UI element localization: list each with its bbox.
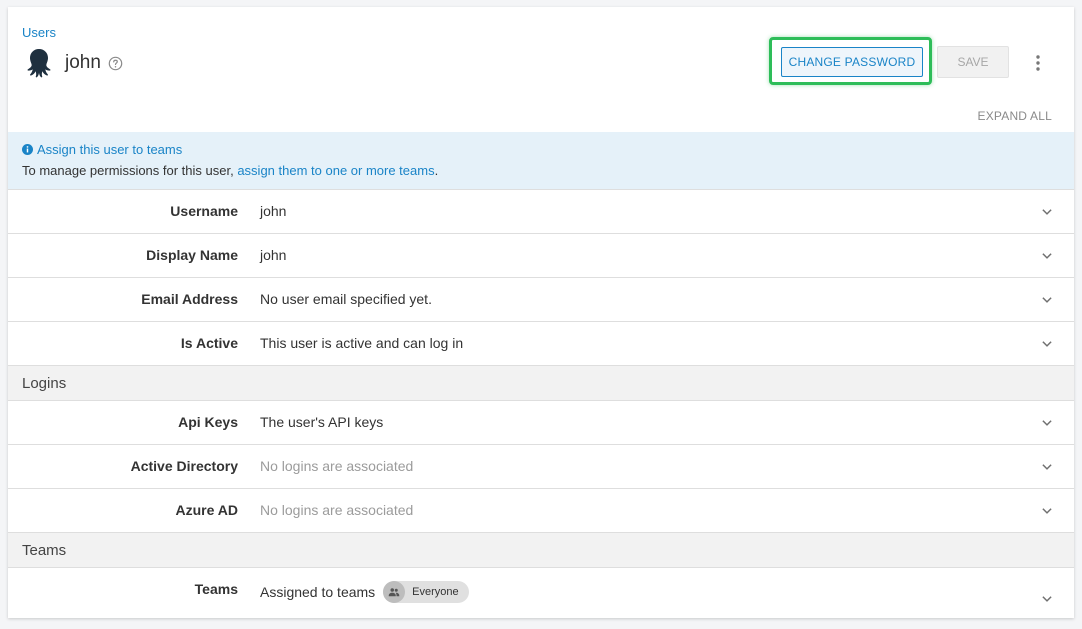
octopus-avatar-icon bbox=[25, 48, 53, 78]
field-label: Username bbox=[170, 203, 238, 219]
field-row-is-active[interactable]: Is Active This user is active and can lo… bbox=[8, 321, 1074, 365]
field-row-email-address[interactable]: Email Address No user email specified ye… bbox=[8, 277, 1074, 321]
chevron-down-icon[interactable] bbox=[1038, 414, 1056, 432]
info-title-text: Assign this user to teams bbox=[37, 142, 183, 157]
field-label: Email Address bbox=[141, 291, 238, 307]
info-title[interactable]: Assign this user to teams bbox=[22, 142, 182, 157]
chevron-down-icon[interactable] bbox=[1038, 291, 1056, 309]
info-text-after: . bbox=[434, 163, 439, 178]
title-row: john bbox=[25, 47, 124, 79]
chevron-down-icon[interactable] bbox=[1038, 502, 1056, 520]
page-title: john bbox=[65, 52, 101, 73]
field-value: No logins are associated bbox=[260, 502, 414, 518]
section-title: Logins bbox=[22, 375, 67, 392]
breadcrumb-users[interactable]: Users bbox=[22, 25, 56, 40]
teams-row[interactable]: Teams Assigned to teams Everyone bbox=[8, 567, 1074, 618]
chevron-down-icon[interactable] bbox=[1038, 590, 1056, 608]
chevron-down-icon[interactable] bbox=[1038, 458, 1056, 476]
team-chip[interactable]: Everyone bbox=[383, 581, 469, 603]
page-header: Users john CHANGE PASSWORD SAVE EXPAND A… bbox=[8, 7, 1074, 132]
field-value: The user's API keys bbox=[260, 414, 384, 430]
info-banner: Assign this user to teams To manage perm… bbox=[8, 132, 1074, 189]
info-text-before: To manage permissions for this user, bbox=[22, 163, 238, 178]
field-value: No logins are associated bbox=[260, 458, 414, 474]
info-text: To manage permissions for this user, ass… bbox=[22, 163, 438, 178]
field-label: Teams bbox=[194, 581, 238, 597]
login-row-active-directory[interactable]: Active Directory No logins are associate… bbox=[8, 444, 1074, 488]
help-circle-icon[interactable] bbox=[108, 55, 124, 71]
chevron-down-icon[interactable] bbox=[1038, 247, 1056, 265]
field-value: This user is active and can log in bbox=[260, 335, 464, 351]
field-value: john bbox=[260, 203, 287, 219]
section-title: Teams bbox=[22, 542, 67, 559]
field-label: Api Keys bbox=[178, 414, 238, 430]
field-label: Active Directory bbox=[130, 458, 238, 474]
change-password-button[interactable]: CHANGE PASSWORD bbox=[781, 47, 923, 77]
field-row-display-name[interactable]: Display Name john bbox=[8, 233, 1074, 277]
field-label: Azure AD bbox=[175, 502, 239, 518]
field-value: Assigned to teams bbox=[260, 584, 376, 600]
save-button[interactable]: SAVE bbox=[937, 46, 1009, 78]
field-value: No user email specified yet. bbox=[260, 291, 432, 307]
teams-value: Assigned to teams Everyone bbox=[260, 581, 469, 603]
assign-teams-link[interactable]: assign them to one or more teams bbox=[237, 163, 434, 178]
info-icon bbox=[22, 144, 33, 155]
field-label: Is Active bbox=[180, 335, 238, 351]
login-row-azure-ad[interactable]: Azure AD No logins are associated bbox=[8, 488, 1074, 532]
section-logins: Logins bbox=[8, 365, 1074, 400]
expand-all-button[interactable]: EXPAND ALL bbox=[978, 109, 1052, 123]
more-vert-icon[interactable] bbox=[1026, 51, 1050, 75]
field-value: john bbox=[260, 247, 287, 263]
people-icon bbox=[383, 581, 406, 603]
team-chip-label: Everyone bbox=[412, 586, 459, 598]
chevron-down-icon[interactable] bbox=[1038, 335, 1056, 353]
section-teams: Teams bbox=[8, 532, 1074, 567]
field-row-username[interactable]: Username john bbox=[8, 189, 1074, 233]
user-details-card: Users john CHANGE PASSWORD SAVE EXPAND A… bbox=[8, 7, 1074, 618]
login-row-api-keys[interactable]: Api Keys The user's API keys bbox=[8, 400, 1074, 444]
field-label: Display Name bbox=[146, 247, 238, 263]
chevron-down-icon[interactable] bbox=[1038, 203, 1056, 221]
